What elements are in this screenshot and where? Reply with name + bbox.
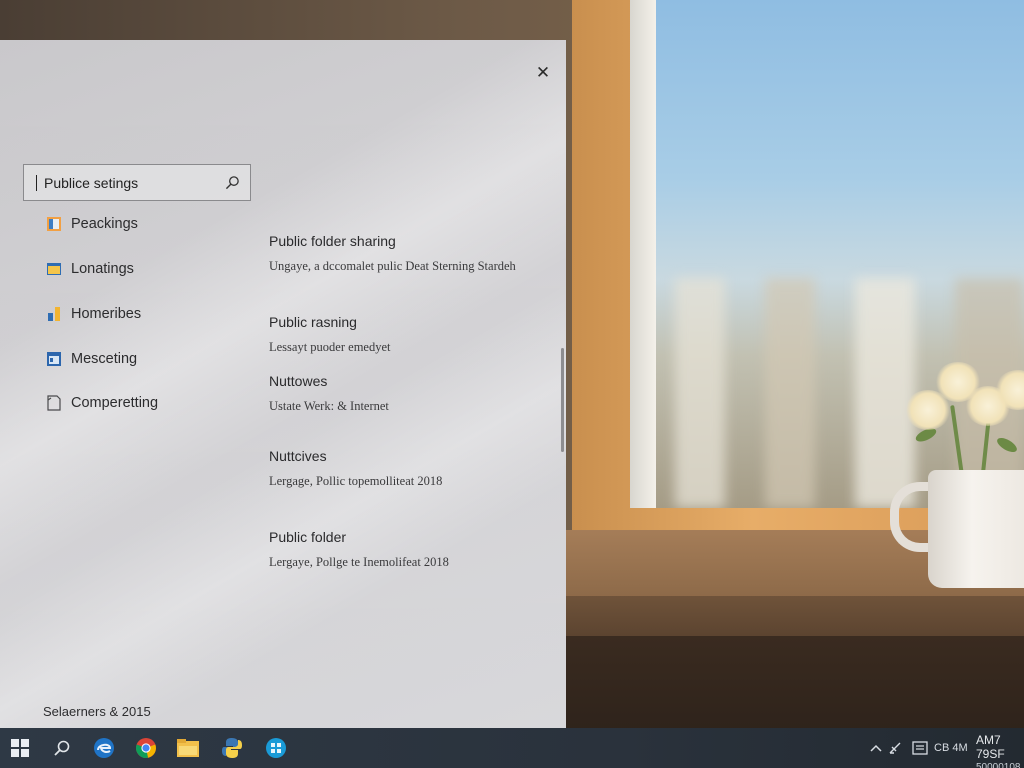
- start-button[interactable]: [0, 728, 40, 768]
- sidebar-item-label: Lonatings: [71, 261, 134, 277]
- taskbar-chrome[interactable]: [126, 728, 166, 768]
- sidebar-item-comperetting[interactable]: Comperetting: [46, 392, 158, 414]
- edge-browser-icon: [94, 738, 114, 758]
- window-jamb: [630, 0, 656, 508]
- sidebar-item-label: Comperetting: [71, 395, 159, 411]
- clock-date: 50000108: [976, 762, 1021, 768]
- close-icon: ✕: [535, 63, 551, 83]
- notes-icon[interactable]: [912, 741, 928, 755]
- setting-public-folder-sharing[interactable]: Public folder sharing Ungaye, a dccomale…: [269, 233, 516, 274]
- search-box[interactable]: [23, 164, 251, 201]
- text-caret: [36, 174, 37, 191]
- language-indicator[interactable]: CB 4M: [934, 742, 968, 754]
- windows-start-icon: [11, 739, 29, 757]
- setting-description: Lessayt puoder emedyet: [269, 340, 391, 354]
- setting-title: Public folder sharing: [269, 233, 396, 249]
- flower: [905, 390, 951, 430]
- taskbar-python[interactable]: [212, 728, 252, 768]
- coffee-mug: [928, 470, 1024, 588]
- sidebar-item-label: Homeribes: [71, 306, 142, 322]
- taskbar-edge[interactable]: [84, 728, 124, 768]
- folder-icon: [47, 263, 61, 275]
- setting-description: Ungaye, a dccomalet pulic Deat Sterning …: [269, 259, 516, 273]
- setting-nuttcives[interactable]: Nuttcives Lergage, Pollic topemolliteat …: [269, 448, 442, 489]
- sidebar-item-lonatings[interactable]: Lonatings: [46, 258, 134, 280]
- bar-chart-icon: [48, 307, 60, 321]
- page-icon: [47, 217, 61, 231]
- setting-nuttowes[interactable]: Nuttowes Ustate Werk: & Internet: [269, 373, 389, 414]
- clock[interactable]: AM7 79SF 50000108: [976, 733, 1024, 768]
- search-input[interactable]: [44, 174, 224, 191]
- clock-time: AM7 79SF: [976, 733, 1005, 761]
- sidebar-item-label: Peackings: [71, 216, 138, 232]
- search-icon: [54, 740, 70, 756]
- window-view: [655, 0, 1024, 508]
- setting-title: Nuttcives: [269, 448, 327, 464]
- taskbar-search-button[interactable]: [42, 728, 82, 768]
- chevron-up-icon[interactable]: [870, 743, 882, 753]
- taskbar: CB 4M AM7 79SF 50000108: [0, 728, 1024, 768]
- footer-text: Selaerners & 2015: [43, 704, 151, 719]
- store-icon: [266, 738, 286, 758]
- sidebar-item-label: Mesceting: [71, 351, 138, 367]
- python-icon: [222, 738, 242, 758]
- search-icon[interactable]: [225, 175, 240, 190]
- sidebar-item-mesceting[interactable]: Mesceting: [46, 348, 137, 370]
- setting-public-folder[interactable]: Public folder Lergaye, Pollge te Inemoli…: [269, 529, 449, 570]
- taskbar-store[interactable]: [256, 728, 296, 768]
- file-explorer-icon: [177, 739, 199, 757]
- sidebar-item-homeribes[interactable]: Homeribes: [46, 303, 141, 325]
- chrome-icon: [136, 738, 156, 758]
- setting-description: Lergaye, Pollge te Inemolifeat 2018: [269, 555, 449, 569]
- settings-window: ✕ Peackings Lonatings Homeribes: [0, 40, 566, 728]
- setting-title: Public rasning: [269, 314, 357, 330]
- setting-title: Nuttowes: [269, 373, 328, 389]
- network-icon[interactable]: [888, 741, 902, 755]
- sidebar-item-peackings[interactable]: Peackings: [46, 213, 138, 235]
- window-sill-front: [560, 596, 1024, 636]
- scrollbar[interactable]: [561, 348, 564, 452]
- setting-description: Ustate Werk: & Internet: [269, 399, 389, 413]
- app-window-icon: [47, 352, 61, 366]
- close-button[interactable]: ✕: [530, 62, 556, 84]
- system-tray: CB 4M: [870, 728, 968, 768]
- setting-title: Public folder: [269, 529, 347, 545]
- setting-public-rasning[interactable]: Public rasning Lessayt puoder emedyet: [269, 314, 390, 355]
- taskbar-file-explorer[interactable]: [168, 728, 208, 768]
- setting-description: Lergage, Pollic topemolliteat 2018: [269, 474, 443, 488]
- document-icon: [47, 395, 61, 411]
